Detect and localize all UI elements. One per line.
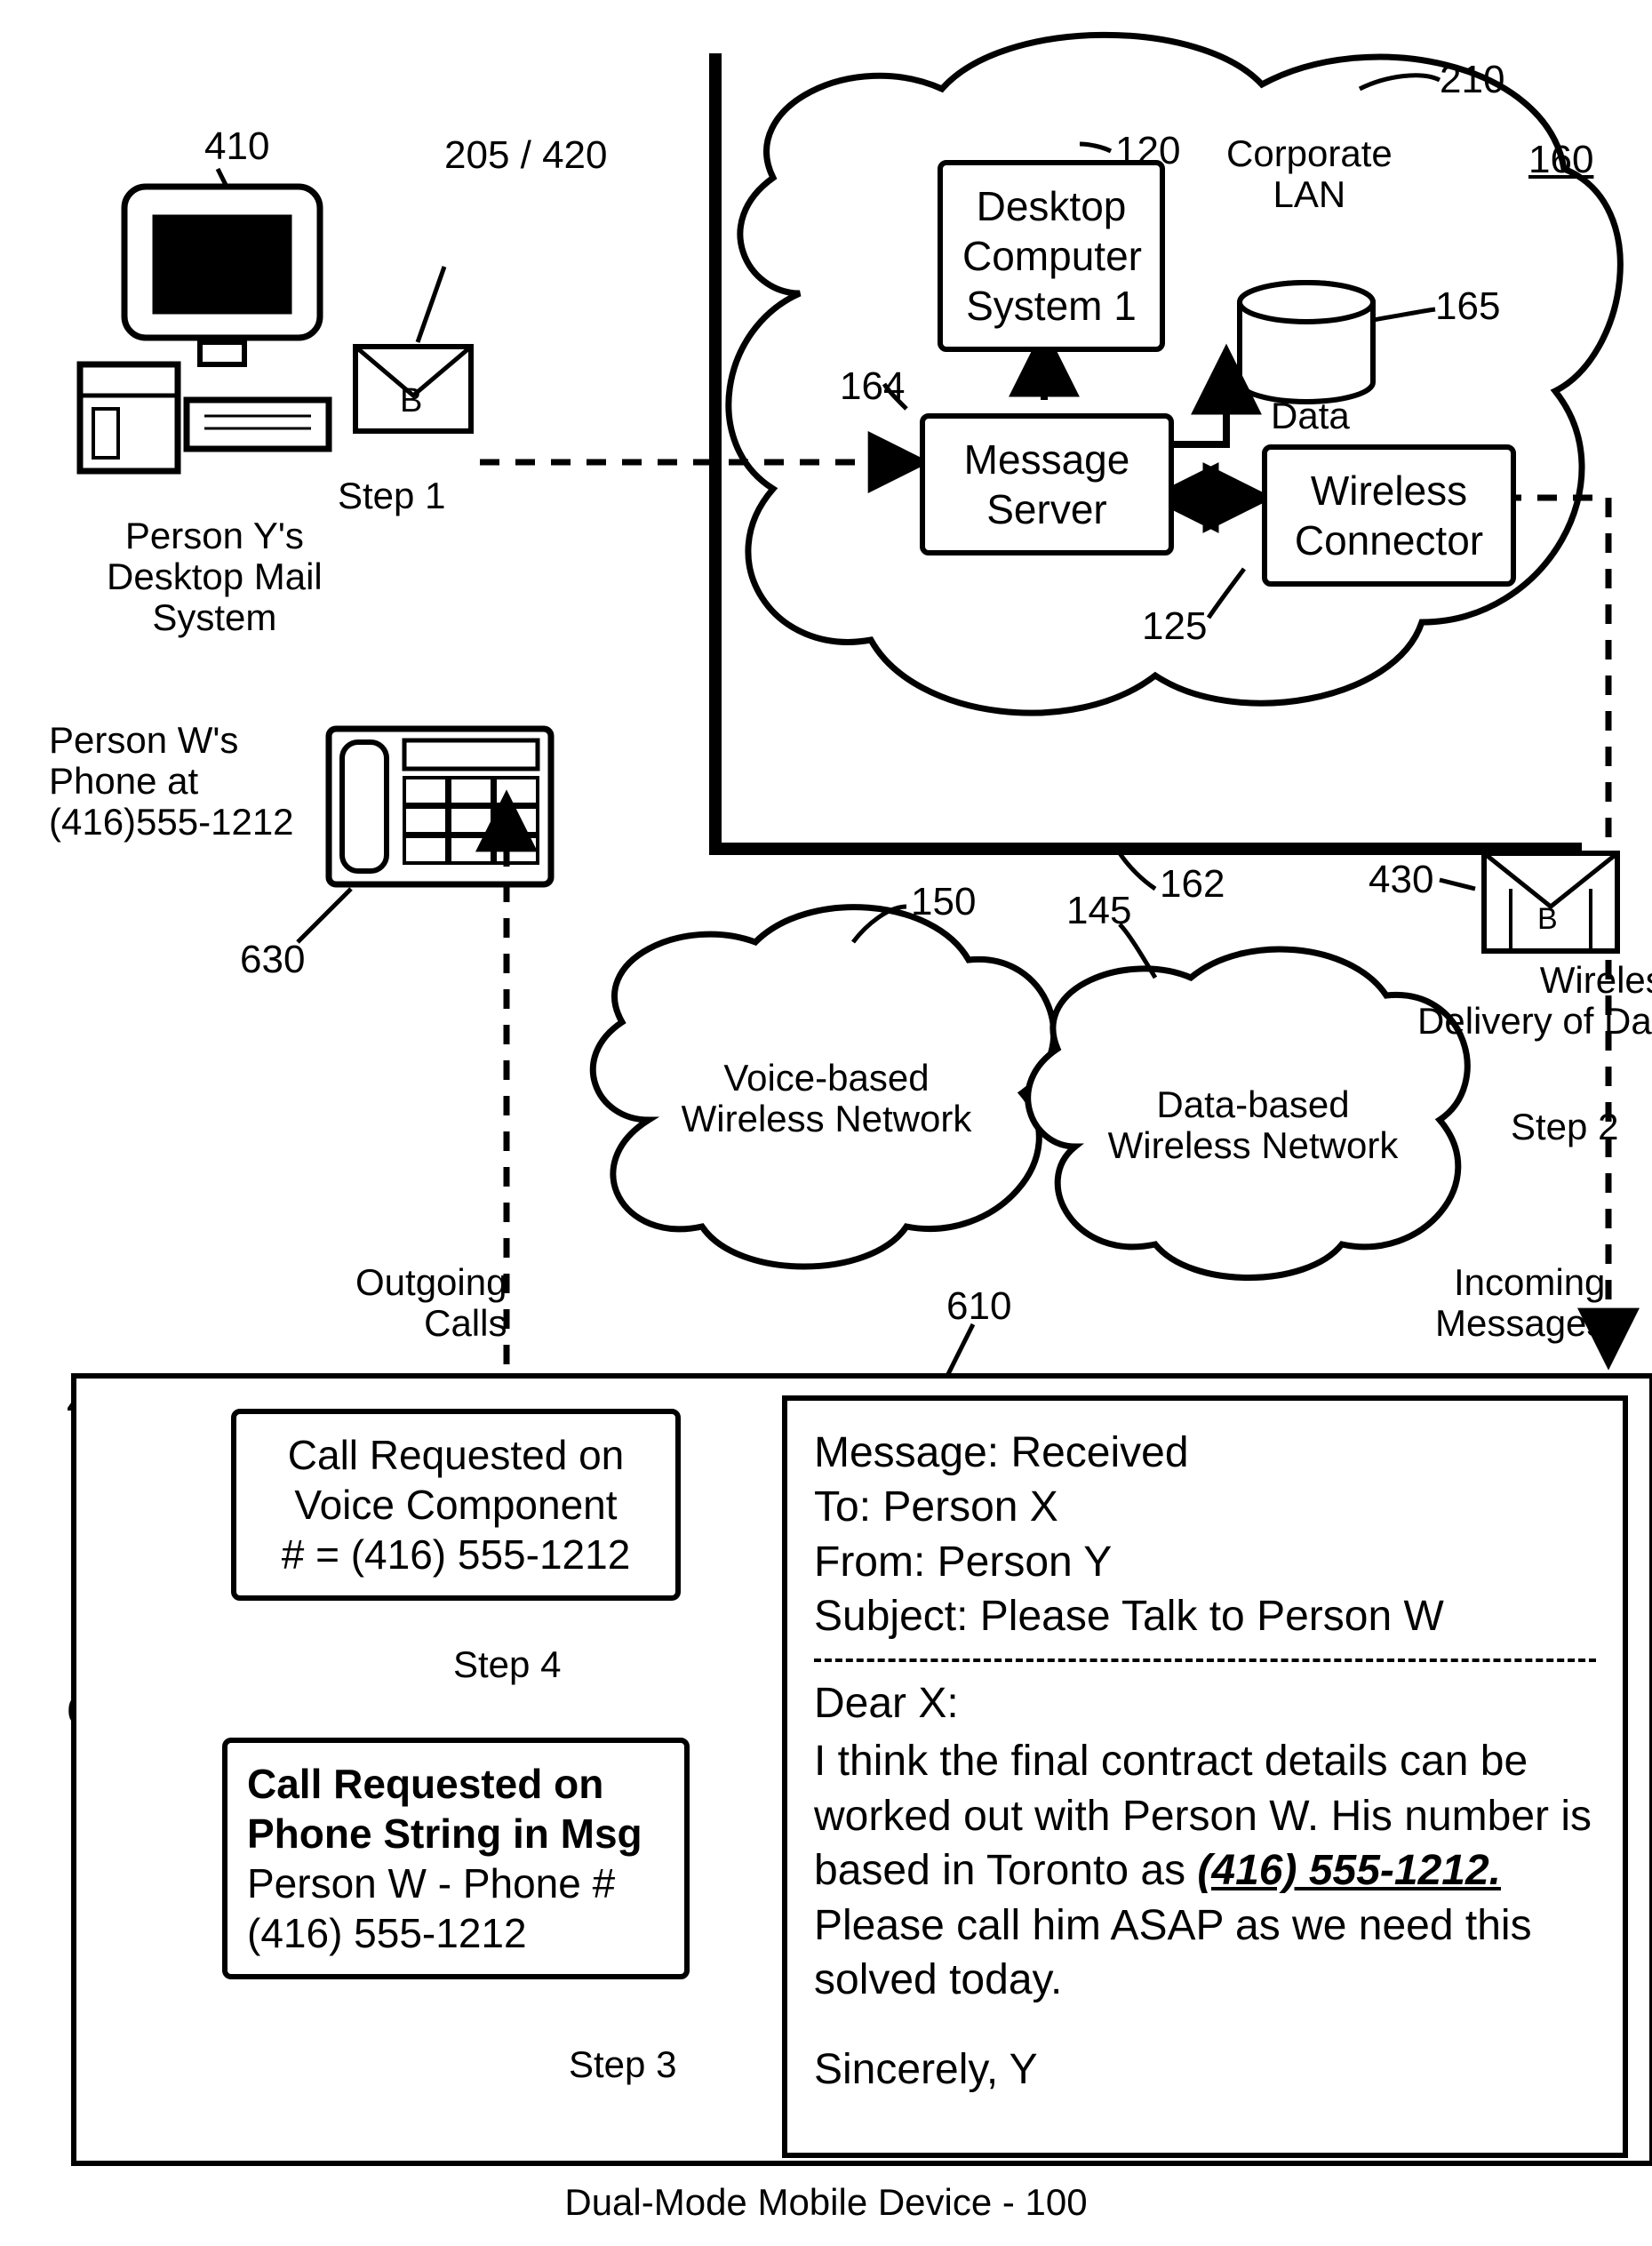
- message-server-text: Message Server: [964, 436, 1130, 532]
- message-received-box: Message: Received To: Person X From: Per…: [782, 1395, 1628, 2158]
- call-requested-msg-title: Call Requested on Phone String in Msg: [247, 1761, 642, 1857]
- msg-hdr2: To: Person X: [814, 1480, 1596, 1534]
- ref-430: 430: [1369, 858, 1433, 902]
- incoming-messages-label: Incoming Messages: [1435, 1262, 1605, 1344]
- step2-label: Step 2: [1511, 1107, 1618, 1147]
- person-w-caption: Person W's Phone at (416)555-1212: [49, 720, 294, 843]
- ref-164: 164: [840, 364, 905, 409]
- outgoing-calls-label: Outgoing Calls: [355, 1262, 507, 1344]
- wireless-connector-text: Wireless Connector: [1295, 468, 1483, 563]
- call-requested-voice-box: Call Requested on Voice Component # = (4…: [231, 1409, 681, 1601]
- step4-label: Step 4: [453, 1644, 561, 1685]
- msg-hdr4: Subject: Please Talk to Person W: [814, 1589, 1596, 1643]
- call-requested-voice-text: Call Requested on Voice Component # = (4…: [282, 1432, 631, 1578]
- data-label: Data: [1271, 396, 1350, 436]
- step3-label: Step 3: [569, 2044, 676, 2085]
- wireless-delivery-caption: Wireless Delivery of Data: [1417, 960, 1652, 1042]
- message-server-box: Message Server: [920, 413, 1174, 556]
- call-requested-msg-body: Person W - Phone # (416) 555-1212: [247, 1860, 615, 1956]
- ref-160: 160: [1528, 138, 1593, 182]
- desktop-system-box: Desktop Computer System 1: [938, 160, 1165, 352]
- data-network-label: Data-based Wireless Network: [1075, 1084, 1431, 1166]
- desktop-system-text: Desktop Computer System 1: [962, 183, 1142, 329]
- ref-145: 145: [1066, 889, 1131, 933]
- wireless-connector-box: Wireless Connector: [1262, 444, 1516, 587]
- person-y-caption: Person Y's Desktop Mail System: [107, 516, 323, 639]
- msg-body-b: Please call him ASAP as we need this sol…: [814, 1902, 1532, 2003]
- step1-label: Step 1: [338, 476, 445, 516]
- corporate-lan-label: Corporate LAN: [1226, 133, 1393, 215]
- call-requested-msg-box: Call Requested on Phone String in Msg Pe…: [222, 1738, 690, 1979]
- msg-sign: Sincerely, Y: [814, 2042, 1596, 2097]
- ref-125: 125: [1142, 604, 1207, 649]
- ref-210: 210: [1440, 58, 1504, 102]
- envelope-b-label: B: [400, 382, 422, 420]
- msg-hdr1: Message: Received: [814, 1426, 1596, 1480]
- ref-610: 610: [946, 1284, 1011, 1329]
- ref-410: 410: [204, 124, 269, 169]
- ref-205-420: 205 / 420: [444, 133, 608, 178]
- ref-162: 162: [1160, 862, 1225, 907]
- msg-phone: (416) 555-1212.: [1197, 1847, 1501, 1894]
- msg-hdr3: From: Person Y: [814, 1535, 1596, 1589]
- envelope-430-b-label: B: [1537, 902, 1558, 937]
- ref-150: 150: [911, 880, 976, 924]
- msg-salutation: Dear X:: [814, 1676, 1596, 1730]
- ref-630: 630: [240, 938, 305, 982]
- device-caption: Dual-Mode Mobile Device - 100: [0, 2182, 1652, 2223]
- ref-165: 165: [1435, 284, 1500, 329]
- voice-network-label: Voice-based Wireless Network: [658, 1058, 995, 1139]
